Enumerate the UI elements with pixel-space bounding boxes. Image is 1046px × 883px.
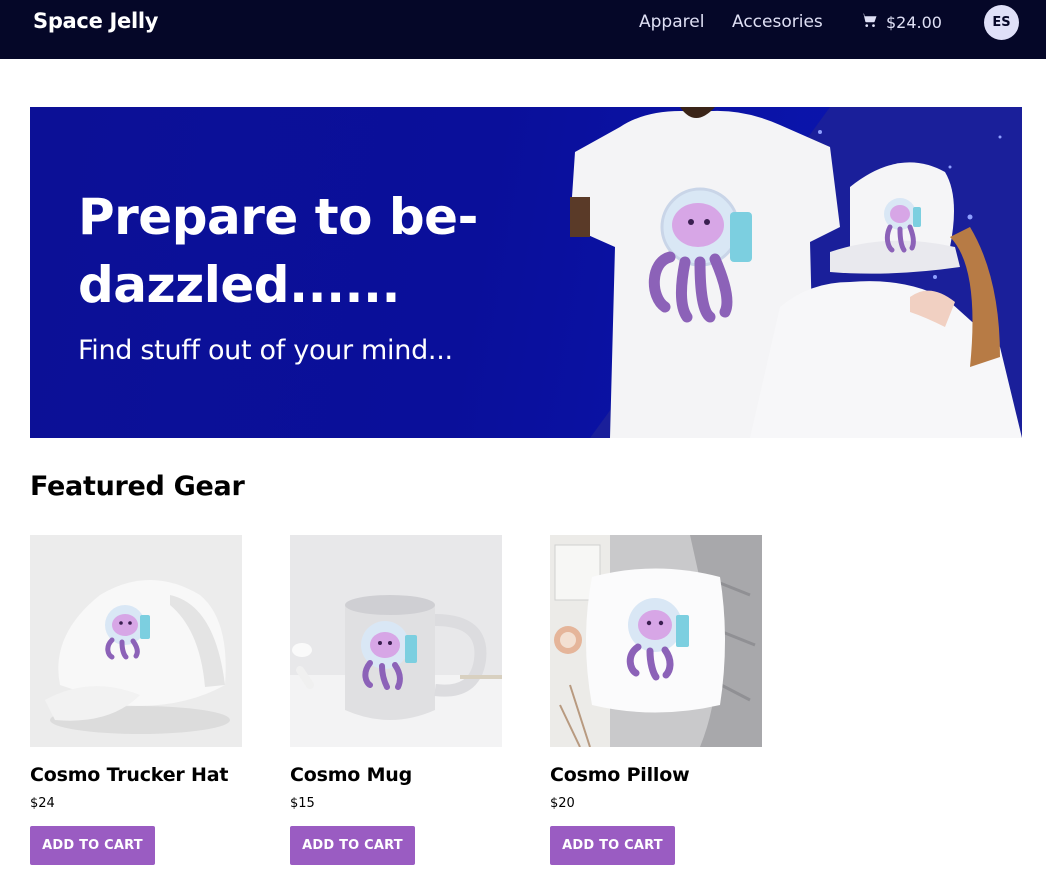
add-to-cart-button[interactable]: Add to Cart [30, 826, 155, 865]
product-image-pillow[interactable] [550, 535, 762, 747]
user-avatar[interactable]: ES [984, 5, 1019, 40]
site-header: Space Jelly Apparel Accesories $24.00 ES [0, 0, 1046, 59]
nav-link-accesories[interactable]: Accesories [732, 12, 823, 32]
hero-title: Prepare to be-dazzled...... [78, 188, 478, 314]
product-price: $24 [30, 796, 55, 811]
product-image-trucker-hat[interactable] [30, 535, 242, 747]
product-image-mug[interactable] [290, 535, 502, 747]
product-card: Cosmo Mug $15 Add to Cart [290, 535, 502, 865]
product-price: $15 [290, 796, 315, 811]
product-price: $20 [550, 796, 575, 811]
product-name[interactable]: Cosmo Mug [290, 764, 502, 786]
brand-logo[interactable]: Space Jelly [33, 9, 158, 33]
cart-total: $24.00 [886, 12, 942, 32]
nav-link-apparel[interactable]: Apparel [639, 12, 704, 32]
hero-product-photo [570, 107, 1022, 438]
cart-button[interactable]: $24.00 [860, 11, 942, 33]
hero-banner: Prepare to be-dazzled...... Find stuff o… [30, 107, 1022, 438]
add-to-cart-button[interactable]: Add to Cart [550, 826, 675, 865]
product-name[interactable]: Cosmo Pillow [550, 764, 762, 786]
product-card: Cosmo Pillow $20 Add to Cart [550, 535, 762, 865]
featured-gear-heading: Featured Gear [30, 471, 245, 502]
cart-icon [860, 11, 878, 33]
hero-subtitle: Find stuff out of your mind... [78, 335, 453, 366]
product-card: Cosmo Trucker Hat $24 Add to Cart [30, 535, 242, 865]
product-name[interactable]: Cosmo Trucker Hat [30, 764, 242, 786]
add-to-cart-button[interactable]: Add to Cart [290, 826, 415, 865]
